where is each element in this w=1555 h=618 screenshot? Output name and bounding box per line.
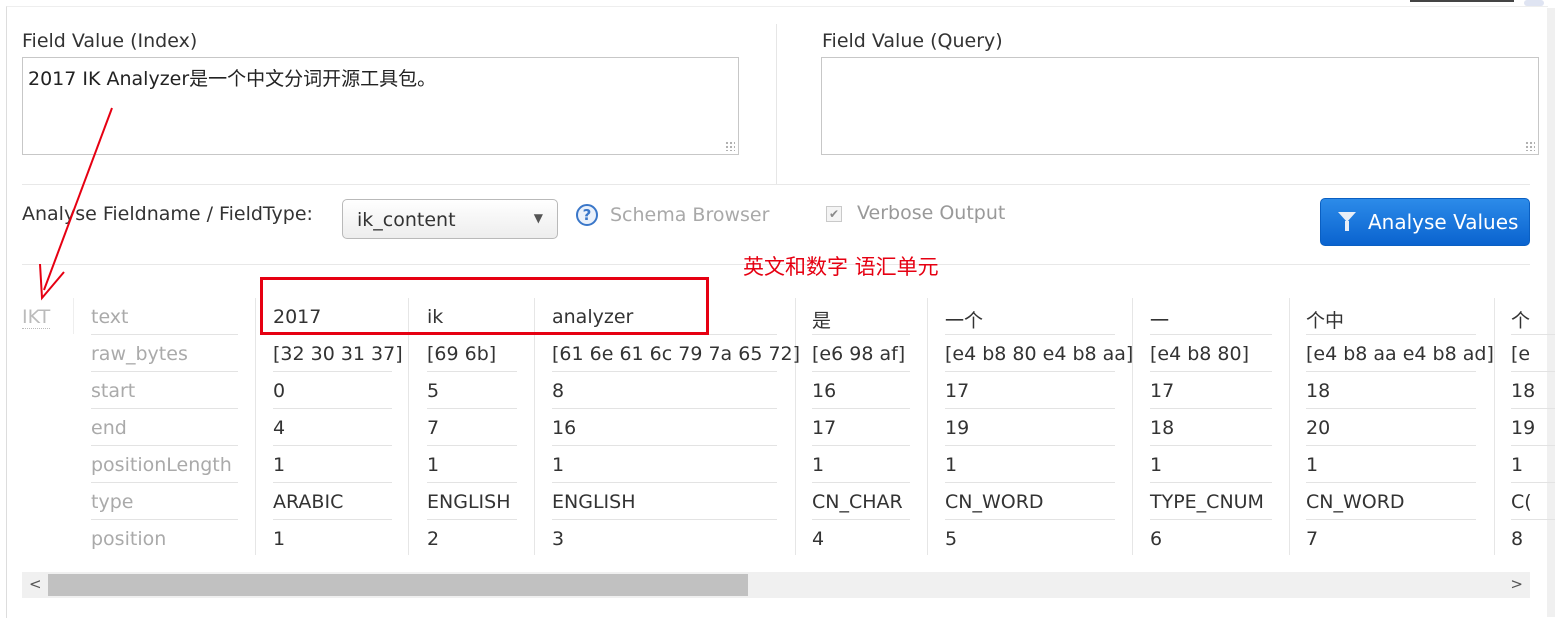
annotation-arrow [39,107,113,301]
scrollbar-thumb[interactable] [48,574,748,596]
scroll-left-arrow[interactable]: < [29,575,42,593]
scroll-right-arrow[interactable]: > [1510,575,1523,593]
horizontal-scrollbar[interactable]: < > [22,572,1530,598]
